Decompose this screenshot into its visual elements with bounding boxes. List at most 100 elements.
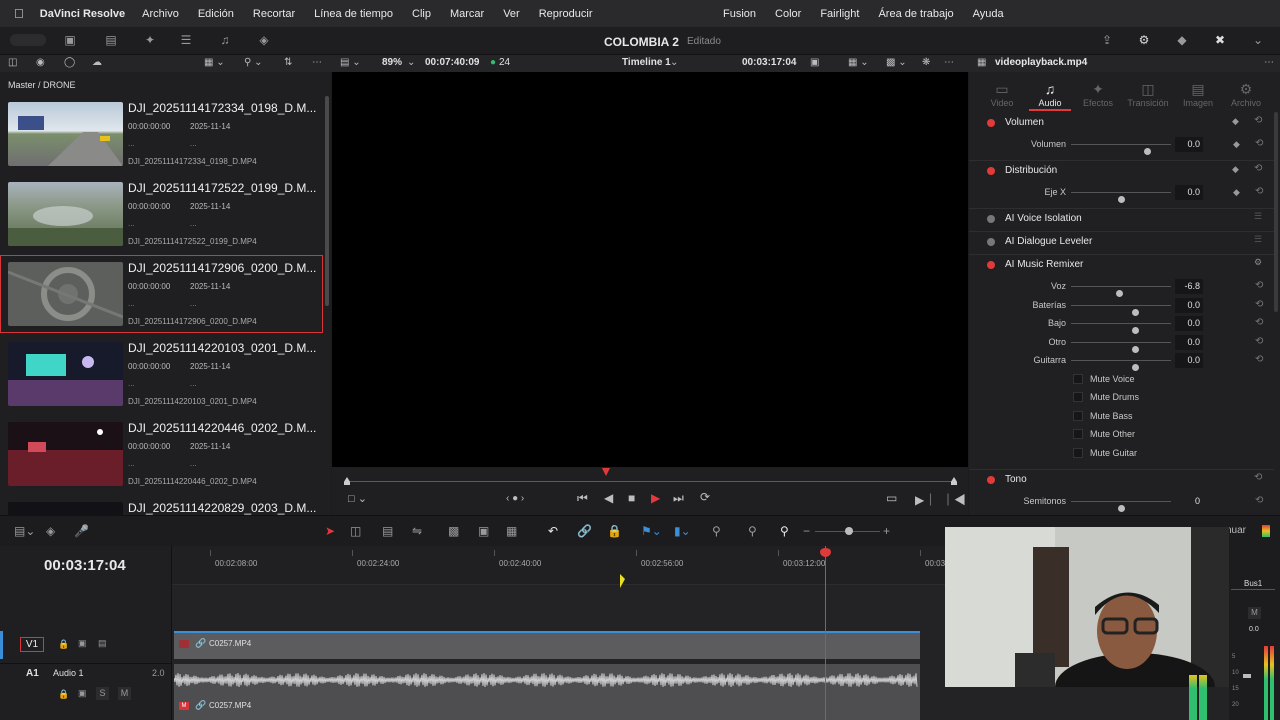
in-marker-icon[interactable] [344, 477, 350, 485]
section-volumen[interactable]: Volumen ◆ ⟲ [969, 112, 1274, 134]
mute-button[interactable]: M [118, 687, 131, 700]
section-tono[interactable]: Tono ⟲ [969, 469, 1274, 491]
scrubber-track[interactable] [347, 481, 954, 482]
enable-toggle[interactable] [987, 119, 995, 127]
keyframe-icon[interactable]: ◆ [1233, 139, 1240, 150]
clip-item[interactable]: DJI_20251114172334_0198_D.M... 00:00:00:… [0, 95, 323, 173]
clip-icon[interactable]: ◈ [256, 33, 272, 47]
tab-imagen[interactable]: ▤ Imagen [1173, 80, 1223, 108]
playhead-line[interactable] [825, 546, 826, 720]
menu-icon[interactable]: ☰ [1254, 211, 1262, 222]
tab-archivo[interactable]: ⚙ Archivo [1221, 80, 1271, 108]
color-wheel-icon[interactable]: ❋ [922, 57, 930, 68]
marker-icon[interactable]: ▮⌄ [674, 524, 691, 538]
zoom-out-icon[interactable]: − [803, 524, 810, 538]
zoom-slider-knob[interactable] [845, 527, 853, 535]
checkbox[interactable] [1073, 392, 1083, 402]
reset-icon[interactable]: ⟲ [1255, 317, 1263, 328]
solo-button[interactable]: S [96, 687, 109, 700]
sound-library-icon[interactable]: ♫ [217, 33, 233, 47]
apple-menu-icon[interactable]:  [14, 6, 24, 21]
mute-voice-checkbox[interactable]: Mute Voice [1073, 373, 1223, 387]
audio-clip[interactable]: M 🔗 C0257.MP4 [174, 664, 920, 720]
slider-knob[interactable] [1132, 346, 1139, 353]
overlay-icon[interactable]: ◈ [46, 524, 55, 538]
insert-clip-icon[interactable]: ▩ [448, 524, 459, 538]
timeline-view-icon[interactable]: ▤⌄ [14, 524, 35, 538]
search-icon[interactable]: ⚲ ⌄ [244, 57, 262, 68]
param-value[interactable]: 0.0 [1175, 185, 1203, 200]
match-frame-icon[interactable]: ▭ [886, 491, 897, 505]
snapping-icon[interactable]: ↶ [548, 524, 558, 538]
jog-control-icon[interactable]: ‹ ● › [506, 493, 524, 504]
menu-color[interactable]: Color [775, 8, 801, 20]
section-ai-voice-isolation[interactable]: AI Voice Isolation ☰ [969, 208, 1274, 230]
section-ai-dialogue-leveler[interactable]: AI Dialogue Leveler ☰ [969, 231, 1274, 253]
enable-toggle[interactable] [987, 167, 995, 175]
tab-transicion[interactable]: ◫ Transición [1123, 80, 1173, 108]
mute-guitar-checkbox[interactable]: Mute Guitar [1073, 447, 1223, 461]
linked-selection-icon[interactable]: 🔗 [577, 524, 592, 538]
zoom-custom-icon[interactable]: ⚲ [780, 524, 789, 538]
out-marker-icon[interactable] [951, 477, 957, 485]
menu-edicion[interactable]: Edición [198, 8, 234, 20]
timeline-viewer[interactable] [332, 72, 968, 467]
stop-icon[interactable]: ■ [628, 491, 635, 505]
param-value[interactable]: 0.0 [1175, 353, 1203, 368]
reset-icon[interactable]: ⟲ [1255, 186, 1263, 197]
clip-item-selected[interactable]: DJI_20251114172906_0200_D.M... 00:00:00:… [0, 255, 323, 333]
share-icon[interactable]: ⇪ [1099, 33, 1115, 47]
clip-item[interactable]: DJI_20251114220446_0202_D.M... 00:00:00:… [0, 415, 323, 493]
param-value[interactable]: 0.0 [1175, 316, 1203, 331]
menu-ayuda[interactable]: Ayuda [973, 8, 1004, 20]
slider-knob[interactable] [1118, 196, 1125, 203]
tab-audio[interactable]: ♫ Audio [1025, 80, 1075, 108]
edit-index-icon[interactable]: ✦ [142, 33, 158, 47]
menu-fairlight[interactable]: Fairlight [820, 8, 859, 20]
checkbox[interactable] [1073, 411, 1083, 421]
clip-view-icon[interactable]: ▦ ⌄ [848, 57, 869, 68]
menu-icon[interactable]: ☰ [1254, 234, 1262, 245]
cloud-icon[interactable]: ☁ [92, 57, 102, 68]
clip-item[interactable]: DJI_20251114220829_0203_D.M... [0, 495, 323, 515]
menu-clip[interactable]: Clip [412, 8, 431, 20]
track-name[interactable]: Audio 1 [53, 668, 84, 678]
param-value[interactable]: 0.0 [1175, 335, 1203, 350]
next-edit-icon[interactable]: ▶｜ [915, 491, 936, 508]
menu-recortar[interactable]: Recortar [253, 8, 295, 20]
reset-icon[interactable]: ⟲ [1255, 495, 1263, 506]
sort-icon[interactable]: ⇅ [284, 57, 292, 68]
inspector-icon[interactable]: ✖ [1212, 33, 1228, 47]
menu-linea-de-tiempo[interactable]: Línea de tiempo [314, 8, 393, 20]
mute-other-checkbox[interactable]: Mute Other [1073, 428, 1223, 442]
clip-item[interactable]: DJI_20251114220103_0201_D.M... 00:00:00:… [0, 335, 323, 413]
toolbar-right-label[interactable]: nuar [1226, 525, 1246, 536]
viewer-layout-icon[interactable]: ▤ ⌄ [340, 57, 361, 68]
track-output-icon[interactable]: ▤ [98, 638, 107, 649]
enable-toggle[interactable] [987, 476, 995, 484]
keyframe-icon[interactable]: ◆ [1232, 164, 1239, 175]
auto-select-icon[interactable]: ▣ [78, 688, 87, 699]
expand-icon[interactable]: ⌄ [1250, 33, 1266, 47]
replace-clip-icon[interactable]: ▦ [506, 524, 517, 538]
lock-icon[interactable]: 🔒 [607, 524, 622, 538]
fader-knob[interactable] [1243, 674, 1251, 678]
keyframe-icon[interactable]: ◆ [1232, 116, 1239, 127]
enable-toggle[interactable] [987, 261, 995, 269]
zoom-in-icon[interactable]: + [883, 524, 890, 538]
play-icon[interactable]: ▶ [651, 491, 660, 505]
panel-toggle-icon[interactable] [10, 34, 46, 46]
param-value[interactable]: 0.0 [1175, 137, 1203, 152]
media-pool-scrollbar[interactable] [325, 96, 329, 306]
zoom-level[interactable]: 89% [382, 57, 402, 68]
reset-icon[interactable]: ⟲ [1254, 163, 1262, 174]
tab-video[interactable]: ▭ Video [977, 80, 1027, 108]
menu-reproducir[interactable]: Reproducir [539, 8, 593, 20]
lock-track-icon[interactable]: 🔒 [58, 639, 69, 650]
lock-track-icon[interactable]: 🔒 [58, 689, 69, 700]
sync-icon[interactable]: ◯ [64, 57, 75, 68]
param-slider[interactable] [1071, 323, 1171, 334]
param-value[interactable]: -6.8 [1175, 279, 1203, 294]
go-to-end-icon[interactable]: ⏭ [673, 491, 684, 506]
param-value[interactable]: 0 [1175, 494, 1203, 509]
